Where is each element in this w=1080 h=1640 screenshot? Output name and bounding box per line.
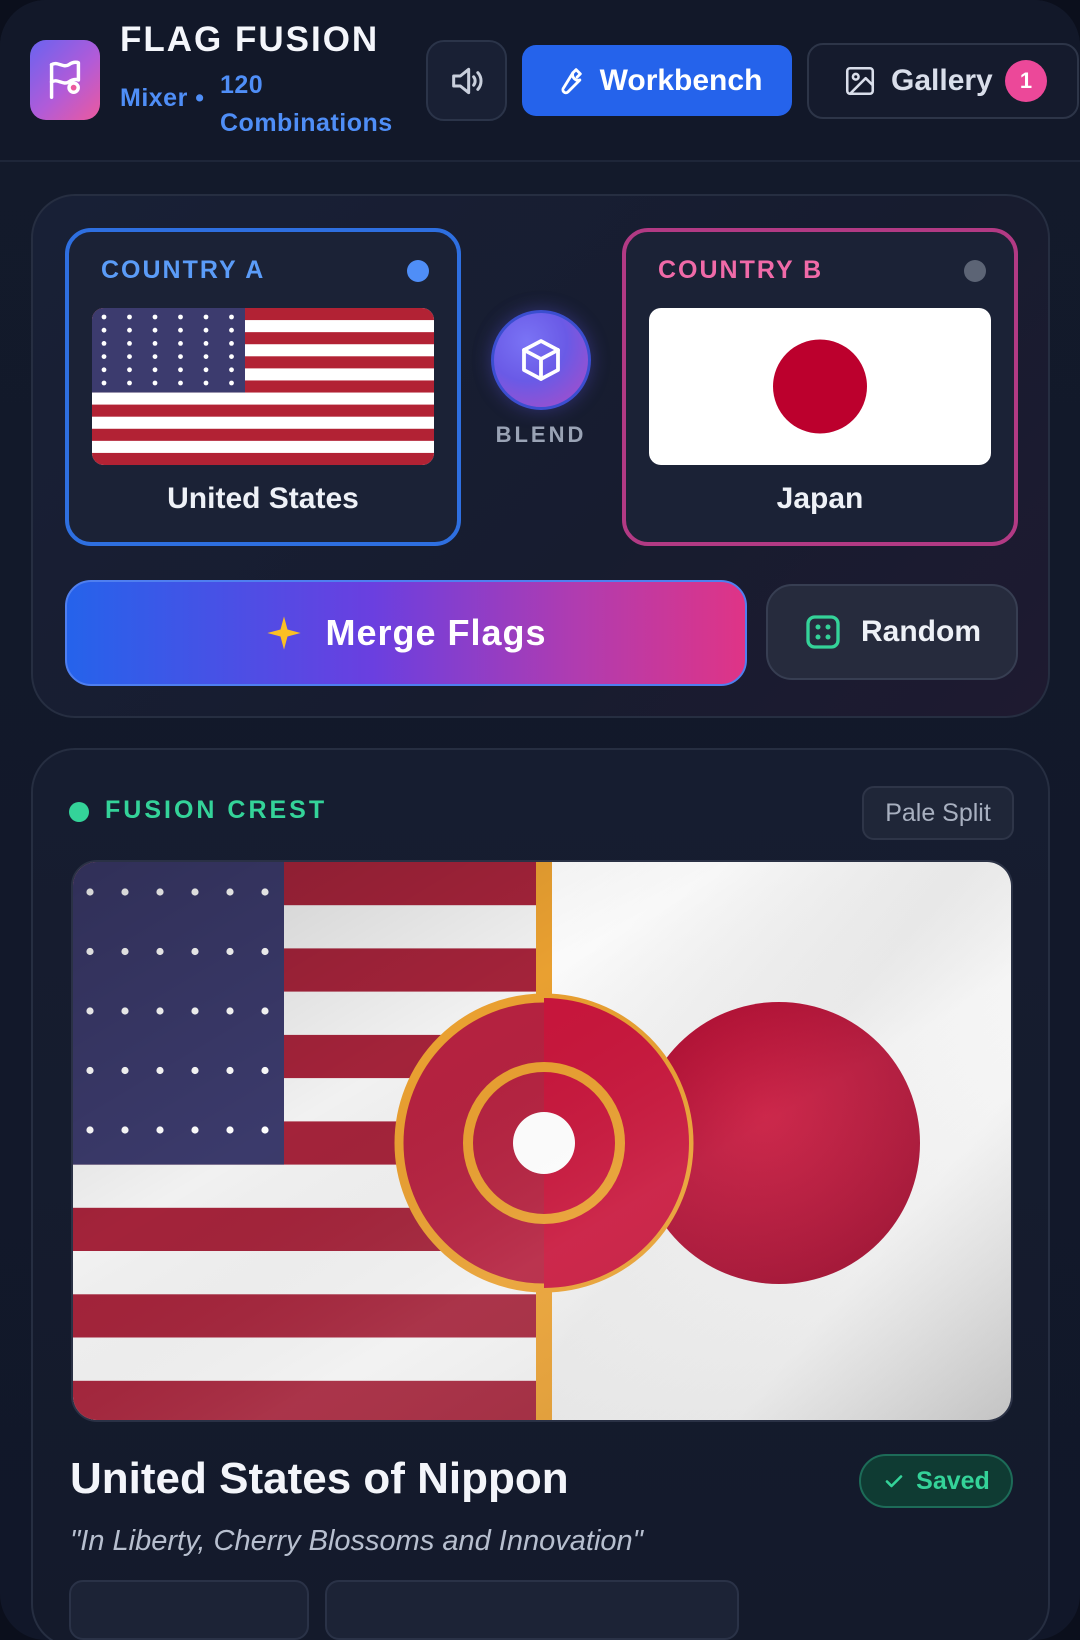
app-screen: FLAG FUSION Mixer • 120 Combinations Wor… [0,0,1080,1640]
flag-star [229,380,234,386]
flag-star [203,341,209,346]
flag-star [127,354,132,359]
fusion-country-name: United States of Nippon [70,1454,569,1503]
fusion-result-panel: FUSION CREST Pale Split United States of… [31,748,1050,1640]
flag-star [203,354,209,359]
flag-star [178,327,183,333]
country-b-name: Japan [776,482,864,515]
image-icon [845,66,875,96]
merge-flags-button[interactable]: Merge Flags [65,580,747,686]
flag-star [178,380,183,386]
combination-count: 120 Combinations [220,71,393,137]
flag-star [152,314,158,320]
flag-star [127,367,132,373]
flag-star [229,327,234,333]
workbench-label: Workbench [599,63,763,97]
flag-star [101,367,107,373]
random-button[interactable]: Random [766,584,1018,680]
flag-star [127,341,132,346]
country-a-selector[interactable]: COUNTRY A United States [65,228,461,546]
fusion-style-chip[interactable]: Pale Split [862,786,1014,840]
section-title: FUSION CREST [105,796,328,824]
flag-star [152,354,158,359]
cube-icon [522,339,560,381]
saved-label: Saved [916,1466,990,1495]
flag-star [152,341,158,346]
country-a-label: COUNTRY A [101,256,266,284]
flag-star [203,380,209,386]
flag-star [152,327,158,333]
sparkle-icon [267,616,302,650]
us-flag-image [92,308,434,465]
app-title: FLAG FUSION [120,20,380,59]
country-b-active-indicator [964,260,986,282]
flag-star [203,367,209,373]
app-header: FLAG FUSION Mixer • 120 Combinations Wor… [0,0,1080,162]
flag-star [127,314,132,320]
blend-label: BLEND [495,422,587,447]
flag-star [127,380,132,386]
flag-star [203,314,209,320]
wrench-icon [561,67,582,94]
gallery-count-badge: 1 [1005,60,1047,102]
result-action-chip[interactable] [325,1580,739,1640]
random-label: Random [861,615,981,648]
flag-star [152,367,158,373]
check-icon [885,1475,903,1488]
country-a-active-indicator [407,260,429,282]
flag-star [101,341,107,346]
flag-mixer-panel: COUNTRY A United States BLEND COUNTRY B … [31,194,1050,718]
fused-flag-image [73,862,1011,1420]
flag-star [178,354,183,359]
speaker-icon [451,67,482,94]
japan-flag-image [649,308,991,465]
gallery-label: Gallery [891,64,993,97]
flag-star [127,327,132,333]
dice-icon [806,615,840,649]
flag-star [229,367,234,373]
gallery-tab-button[interactable]: Gallery 1 [807,43,1079,119]
country-b-flag [649,308,991,465]
fusion-motto: "In Liberty, Cherry Blossoms and Innovat… [70,1525,643,1557]
blend-control: BLEND [491,310,591,448]
flag-star [178,367,183,373]
fusion-crest-image [71,860,1013,1422]
flag-star [229,314,234,320]
flag-star [203,327,209,333]
merge-flags-label: Merge Flags [325,612,547,653]
country-a-name: United States [167,482,359,515]
sound-toggle-button[interactable] [426,40,507,121]
flag-star [101,327,107,333]
flag-star [101,314,107,320]
country-b-selector[interactable]: COUNTRY B Japan [622,228,1018,546]
country-b-label: COUNTRY B [658,256,824,284]
country-a-flag [92,308,434,465]
flag-star [152,380,158,386]
flag-star [101,354,107,359]
result-action-chip[interactable] [69,1580,309,1640]
flag-star [178,314,183,320]
flag-star [229,354,234,359]
flag-star [101,380,107,386]
flag-star [229,341,234,346]
flag-icon [49,60,81,99]
flag-star [178,341,183,346]
blend-button[interactable] [491,310,591,410]
workbench-tab-button[interactable]: Workbench [522,45,792,116]
saved-status-badge: Saved [859,1454,1013,1508]
status-dot [69,802,89,822]
mode-label: Mixer • [120,84,205,112]
app-logo [30,40,100,120]
